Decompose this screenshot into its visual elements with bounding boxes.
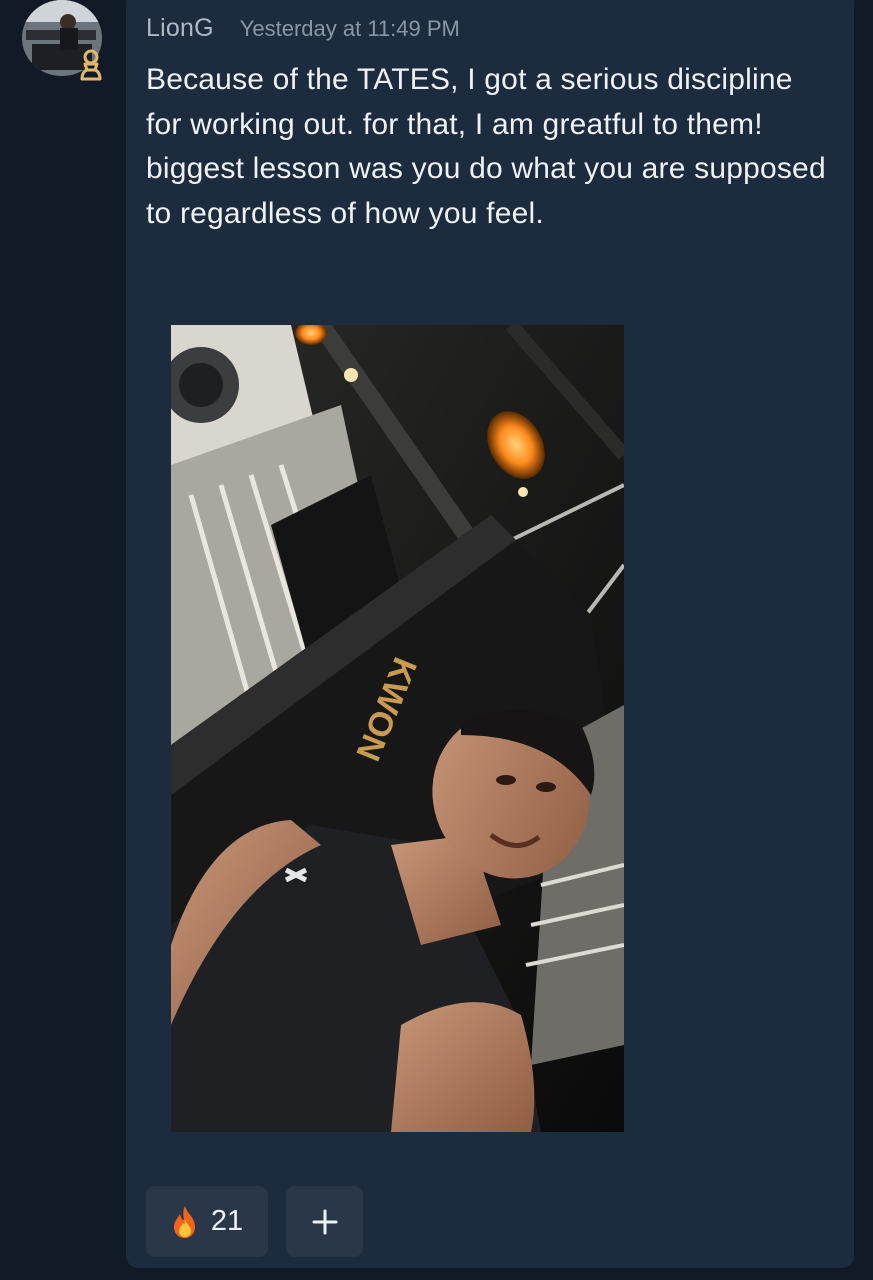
author-name[interactable]: LionG (146, 14, 214, 43)
reaction-fire[interactable]: 21 (146, 1186, 268, 1257)
reaction-count: 21 (210, 1205, 244, 1237)
add-reaction-button[interactable] (286, 1186, 363, 1257)
plus-icon (312, 1209, 337, 1234)
chat-page: LionG Yesterday at 11:49 PM Because of t… (0, 0, 873, 1280)
message-timestamp: Yesterday at 11:49 PM (239, 16, 460, 41)
attached-photo[interactable]: KWON (171, 325, 624, 1132)
gym-selfie-image: KWON (171, 325, 624, 1132)
pawn-icon (76, 48, 106, 82)
message-header: LionG Yesterday at 11:49 PM (146, 14, 460, 43)
author-avatar-group[interactable] (22, 0, 104, 82)
message-text: Because of the TATES, I got a serious di… (146, 63, 826, 230)
fire-icon (173, 1205, 195, 1238)
reaction-bar: 21 (146, 1186, 363, 1257)
